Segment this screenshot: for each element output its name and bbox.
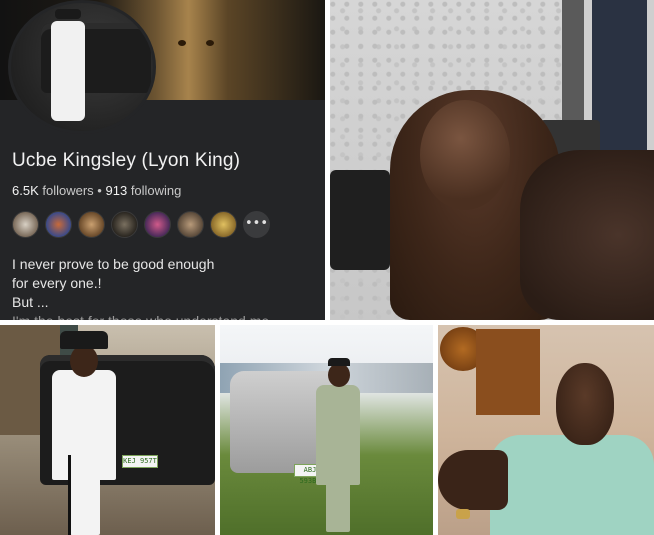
following-count[interactable]: 913 xyxy=(105,183,127,198)
following-label[interactable]: following xyxy=(131,183,182,198)
follower-avatar[interactable] xyxy=(144,211,171,238)
photo-man-white-outfit-car[interactable]: KEJ 957T xyxy=(0,325,215,535)
arm xyxy=(438,450,508,510)
avatar-hat xyxy=(55,9,81,19)
followers-count[interactable]: 6.5K xyxy=(12,183,39,198)
photo-selfie[interactable] xyxy=(438,325,654,535)
lion-eye-right xyxy=(206,40,214,46)
bio-line-truncated: I'm the best for those who understand me xyxy=(12,312,269,320)
profile-name[interactable]: Ucbe Kingsley (Lyon King) xyxy=(12,150,240,172)
follower-avatar[interactable] xyxy=(45,211,72,238)
follower-avatar[interactable] xyxy=(78,211,105,238)
video-still-photo[interactable] xyxy=(330,0,654,320)
avatar-person xyxy=(51,21,85,121)
white-outfit xyxy=(52,370,116,480)
follower-avatar[interactable] xyxy=(111,211,138,238)
walking-cane xyxy=(68,455,71,535)
profile-stats: 6.5K followers • 913 following xyxy=(12,183,181,198)
profile-bio: I never prove to be good enough for ever… xyxy=(12,255,269,320)
phone-in-hand xyxy=(330,170,390,270)
license-plate: KEJ 957T xyxy=(122,455,158,468)
mint-shirt xyxy=(490,435,654,535)
white-trousers xyxy=(70,475,100,535)
wooden-shelf xyxy=(476,329,540,415)
green-trousers xyxy=(326,480,350,532)
cap xyxy=(328,358,350,366)
standing-person-legs xyxy=(592,0,647,150)
foreground-hand xyxy=(520,150,654,320)
stats-separator: • xyxy=(97,183,102,198)
bio-line: But ... xyxy=(12,294,49,310)
green-outfit xyxy=(316,385,360,485)
face xyxy=(556,363,614,445)
follower-avatar[interactable] xyxy=(12,211,39,238)
followers-label[interactable]: followers xyxy=(42,183,93,198)
profile-card: Ucbe Kingsley (Lyon King) 6.5K followers… xyxy=(0,0,325,320)
black-hat xyxy=(60,331,108,349)
follower-avatar[interactable] xyxy=(210,211,237,238)
more-followers-button[interactable]: ••• xyxy=(243,211,270,238)
follower-avatar[interactable] xyxy=(177,211,204,238)
face xyxy=(328,363,350,387)
bio-line: I never prove to be good enough xyxy=(12,256,215,272)
bio-line: for every one.! xyxy=(12,275,102,291)
wristwatch xyxy=(456,509,470,519)
lion-eye-left xyxy=(178,40,186,46)
shirtless-man-head xyxy=(420,100,510,210)
face xyxy=(70,345,98,377)
profile-avatar[interactable] xyxy=(8,0,156,134)
photo-man-green-outfit-car[interactable]: ABJ 593BI xyxy=(220,325,433,535)
